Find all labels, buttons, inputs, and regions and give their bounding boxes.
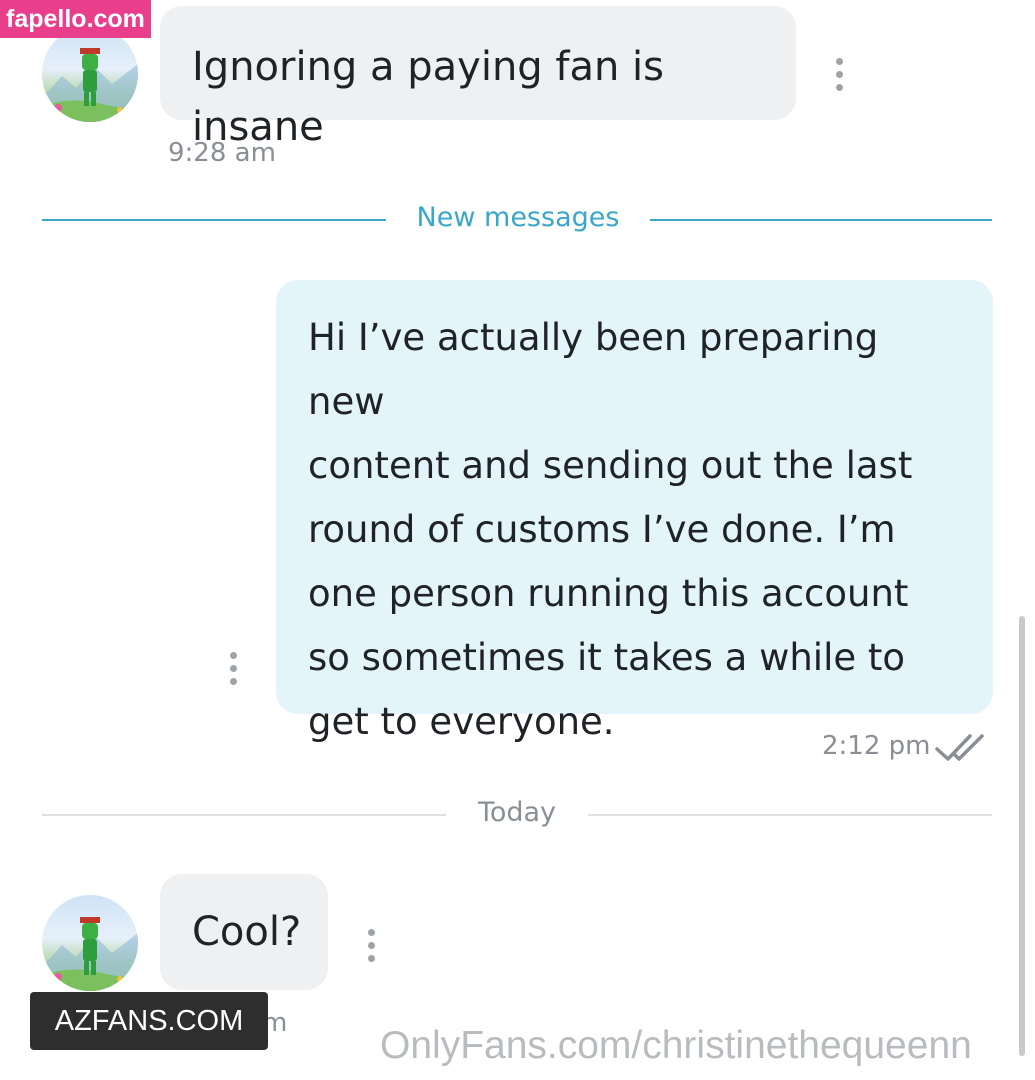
message-options-icon[interactable] — [228, 652, 238, 685]
message-options-icon[interactable] — [366, 929, 376, 962]
today-divider-left — [42, 814, 446, 816]
message-text: Ignoring a paying fan is insane — [192, 44, 665, 150]
message-text: Cool? — [192, 909, 302, 955]
today-divider-right — [588, 814, 992, 816]
message-bubble-incoming[interactable]: Cool? — [160, 874, 328, 990]
message-bubble-incoming[interactable]: Ignoring a paying fan is insane — [160, 6, 796, 150]
avatar-image — [42, 917, 138, 991]
double-check-icon — [935, 734, 984, 761]
watermark-top: fapello.com — [0, 0, 151, 38]
avatar-image — [42, 48, 138, 122]
message-timestamp: 9:28 am — [168, 138, 276, 168]
watermark-bottom-right: OnlyFans.com/christinethequeenn — [380, 1024, 972, 1067]
message-line: round of customs I’ve done. I’m — [308, 508, 896, 551]
new-messages-divider-left — [42, 219, 386, 221]
message-line: one person running this account — [308, 572, 909, 615]
today-label: Today — [477, 797, 557, 828]
message-timestamp: 2:12 pm — [822, 731, 931, 761]
new-messages-label: New messages — [416, 202, 620, 233]
message-line: content and sending out the last — [308, 444, 913, 487]
new-messages-divider-right — [650, 219, 992, 221]
contact-avatar[interactable] — [42, 895, 138, 991]
message-bubble-outgoing[interactable]: Hi I’ve actually been preparing new cont… — [276, 280, 993, 743]
scrollbar-thumb[interactable] — [1019, 616, 1025, 1056]
message-options-icon[interactable] — [834, 58, 844, 91]
contact-avatar[interactable] — [42, 26, 138, 122]
watermark-bottom-left: AZFANS.COM — [30, 992, 268, 1050]
message-line: so sometimes it takes a while to — [308, 636, 906, 679]
message-line: Hi I’ve actually been preparing new — [308, 316, 879, 423]
